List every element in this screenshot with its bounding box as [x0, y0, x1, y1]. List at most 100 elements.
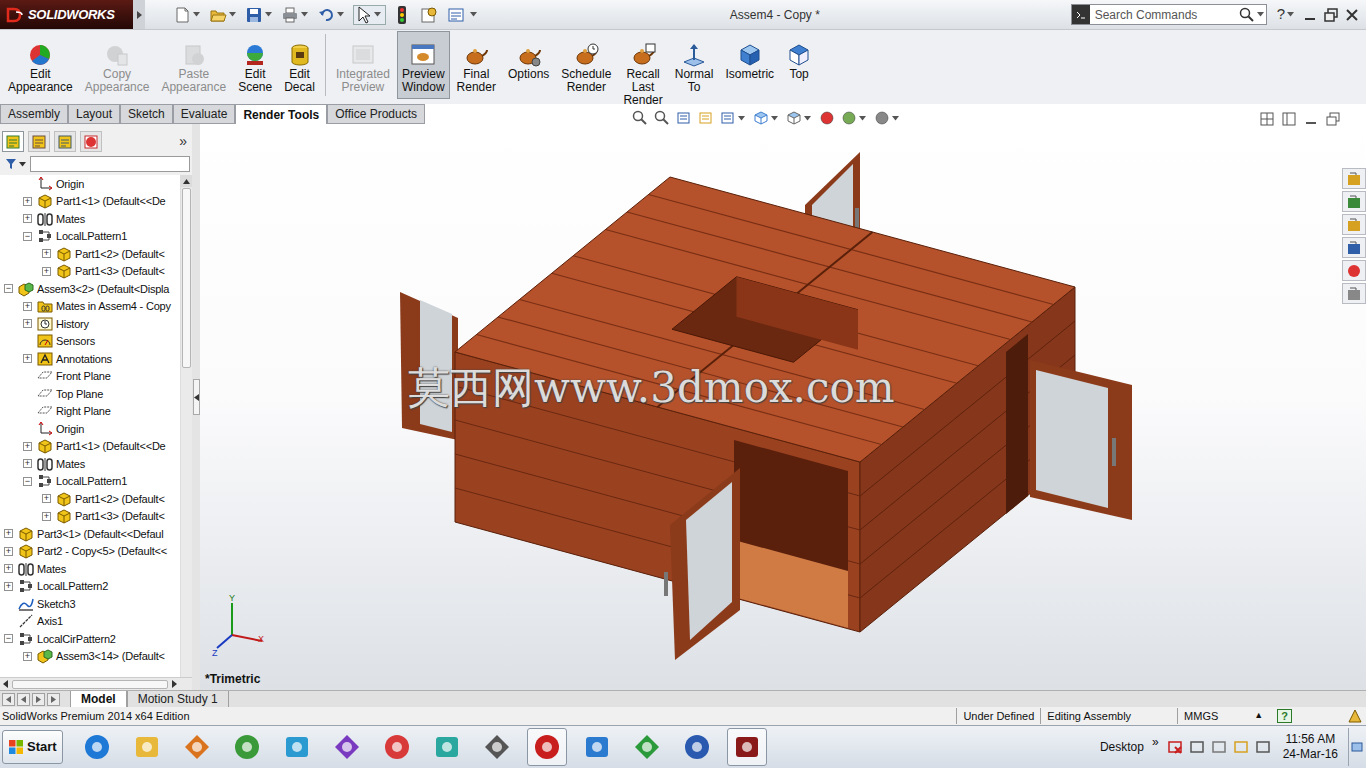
- ribbon-button[interactable]: RecallLastRender: [618, 31, 667, 108]
- tree-item[interactable]: +Annotations: [0, 350, 180, 368]
- viewport-control-icon[interactable]: [1282, 112, 1296, 126]
- view-tool[interactable]: [720, 110, 747, 126]
- tree-item[interactable]: +Part1<2> (Default<: [0, 490, 180, 508]
- select-button[interactable]: [353, 5, 386, 25]
- filter-icon[interactable]: [5, 158, 17, 170]
- tree-item[interactable]: Origin: [0, 420, 180, 438]
- tree-item[interactable]: +Mates: [0, 560, 180, 578]
- viewport-control-icon[interactable]: [1304, 112, 1318, 126]
- toolbar-icon[interactable]: [245, 6, 263, 24]
- desktop-toolbar[interactable]: Desktop: [1100, 738, 1144, 756]
- caret-icon[interactable]: [229, 12, 236, 17]
- caret-icon[interactable]: [771, 116, 778, 121]
- tree-toggle[interactable]: +: [23, 442, 32, 451]
- tree-item[interactable]: Origin: [0, 175, 180, 193]
- tree-toggle[interactable]: +: [23, 459, 32, 468]
- tree-toggle[interactable]: +: [23, 319, 32, 328]
- ribbon-button[interactable]: EditAppearance: [3, 31, 78, 99]
- tree-item[interactable]: Front Plane: [0, 368, 180, 386]
- tree-toggle[interactable]: −: [4, 634, 13, 643]
- filter-input[interactable]: [30, 156, 190, 172]
- viewport-control-icon[interactable]: [1260, 112, 1274, 126]
- tree-item[interactable]: −LocalCirPattern2: [0, 630, 180, 648]
- tree-item[interactable]: +Part2 - Copy<5> (Default<<: [0, 543, 180, 561]
- tree-item[interactable]: Sketch3: [0, 595, 180, 613]
- units-arrow[interactable]: ▲: [1254, 709, 1263, 723]
- tab-nav-button[interactable]: [32, 693, 45, 706]
- task-pane-tab[interactable]: [1342, 283, 1366, 304]
- restore-icon[interactable]: [1323, 7, 1339, 23]
- tree-item[interactable]: Axis1: [0, 613, 180, 631]
- caret-icon[interactable]: [301, 12, 308, 17]
- quick-button[interactable]: [243, 6, 276, 24]
- minimize-icon[interactable]: [1302, 7, 1318, 23]
- taskbar-app[interactable]: [727, 728, 767, 766]
- tree-item[interactable]: +Assem3<14> (Default<: [0, 648, 180, 666]
- panel-splitter[interactable]: [192, 104, 200, 690]
- command-tab[interactable]: Sketch: [120, 104, 173, 124]
- ribbon-button[interactable]: Options: [503, 31, 554, 99]
- tree-toggle[interactable]: +: [42, 249, 51, 258]
- tree-toggle[interactable]: +: [23, 652, 32, 661]
- ribbon-button[interactable]: EditScene: [233, 31, 277, 99]
- taskbar-app[interactable]: [677, 728, 717, 766]
- rebuild-icon[interactable]: [395, 5, 409, 25]
- command-tab[interactable]: Office Products: [327, 104, 425, 124]
- show-desktop[interactable]: [1348, 728, 1364, 766]
- bottom-tab[interactable]: Model: [70, 691, 127, 707]
- tree-toggle[interactable]: +: [4, 582, 13, 591]
- caret-icon[interactable]: [193, 12, 200, 17]
- tab-nav-button[interactable]: [47, 693, 60, 706]
- tree-toggle[interactable]: +: [4, 529, 13, 538]
- taskbar-app[interactable]: [327, 728, 367, 766]
- caret-icon[interactable]: [892, 116, 899, 121]
- caret-icon[interactable]: [337, 12, 344, 17]
- search-box[interactable]: Search Commands: [1071, 4, 1267, 25]
- ribbon-button[interactable]: CopyAppearance: [80, 31, 155, 99]
- tree-toggle[interactable]: +: [23, 214, 32, 223]
- taskbar-app[interactable]: [577, 728, 617, 766]
- quick-button[interactable]: [315, 6, 348, 24]
- taskbar-app[interactable]: [77, 728, 117, 766]
- tree-item[interactable]: +Mates: [0, 455, 180, 473]
- command-tab[interactable]: Evaluate: [173, 104, 236, 124]
- scroll-thumb[interactable]: [182, 188, 191, 368]
- tree-toggle[interactable]: −: [23, 232, 32, 241]
- ribbon-button[interactable]: NormalTo: [670, 31, 719, 99]
- tree-item[interactable]: −Assem3<2> (Default<Displa: [0, 280, 180, 298]
- tree-toggle[interactable]: +: [42, 494, 51, 503]
- quick-button[interactable]: [171, 6, 204, 24]
- tree-item[interactable]: +Part1<1> (Default<<De: [0, 438, 180, 456]
- taskbar-app[interactable]: [177, 728, 217, 766]
- toolbar-icon[interactable]: [317, 6, 335, 24]
- tree-toggle[interactable]: +: [4, 547, 13, 556]
- tree-toggle[interactable]: +: [42, 512, 51, 521]
- task-pane-tab[interactable]: [1342, 191, 1366, 212]
- quick-button[interactable]: [207, 6, 240, 24]
- task-pane-tab[interactable]: [1342, 168, 1366, 189]
- taskbar-app[interactable]: [627, 728, 667, 766]
- scroll-up[interactable]: [181, 175, 192, 187]
- toolbar-icon[interactable]: [209, 6, 227, 24]
- tree-item[interactable]: +Mates in Assem4 - Copy: [0, 298, 180, 316]
- tree-item[interactable]: +Mates: [0, 210, 180, 228]
- tree-item[interactable]: +LocalLPattern2: [0, 578, 180, 596]
- search-scope[interactable]: [1072, 5, 1090, 24]
- tree-toggle[interactable]: +: [23, 302, 32, 311]
- taskbar-app[interactable]: [227, 728, 267, 766]
- tree-item[interactable]: +Part1<2> (Default<: [0, 245, 180, 263]
- view-tool[interactable]: [632, 110, 648, 126]
- status-help[interactable]: ?: [1277, 709, 1292, 723]
- viewport-control-icon[interactable]: [1326, 112, 1340, 126]
- command-tab[interactable]: Render Tools: [235, 104, 327, 124]
- options-icon[interactable]: [420, 6, 438, 24]
- ribbon-button[interactable]: IntegratedPreview: [331, 31, 395, 99]
- tray-icon[interactable]: [1167, 739, 1183, 755]
- caret-icon[interactable]: [470, 12, 477, 17]
- caret-icon[interactable]: [804, 116, 811, 121]
- caret-icon[interactable]: [738, 116, 745, 121]
- caret-icon[interactable]: [1287, 12, 1294, 17]
- toolbar-icon[interactable]: [173, 6, 191, 24]
- caret-icon[interactable]: [859, 116, 866, 121]
- tree-toggle[interactable]: −: [4, 284, 13, 293]
